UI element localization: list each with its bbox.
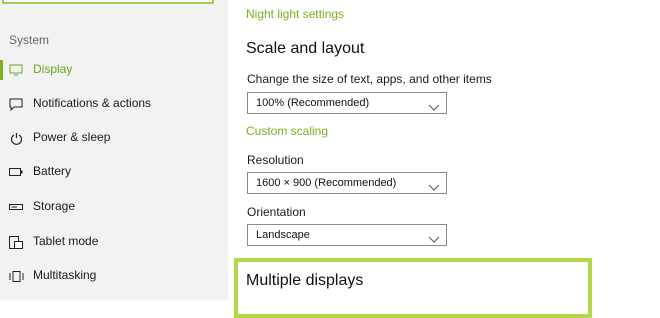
main-content: Night light settings Scale and layout Ch… (228, 0, 660, 318)
sidebar-item-display[interactable]: Display (0, 58, 228, 82)
resolution-dropdown[interactable]: 1600 × 900 (Recommended) (247, 172, 447, 194)
sidebar-item-label: Power & sleep (33, 130, 111, 144)
battery-icon (8, 165, 24, 179)
tablet-mode-icon (8, 235, 24, 249)
active-indicator (0, 60, 3, 80)
sidebar-item-label: Multitasking (33, 268, 97, 282)
sidebar-item-label: Battery (33, 164, 72, 178)
section-label-system: System (9, 33, 50, 47)
orientation-label: Orientation (247, 205, 306, 219)
chevron-down-icon (428, 99, 440, 111)
sidebar-item-label: Storage (33, 199, 76, 213)
sidebar-item-label: Display (33, 62, 73, 76)
chevron-down-icon (428, 231, 440, 243)
sidebar-item-battery[interactable]: Battery (0, 160, 228, 184)
night-light-settings-link[interactable]: Night light settings (246, 7, 344, 21)
custom-scaling-link[interactable]: Custom scaling (246, 124, 328, 138)
multiple-displays-highlight: Multiple displays (234, 258, 592, 318)
scale-label: Change the size of text, apps, and other… (247, 72, 492, 86)
multiple-displays-heading: Multiple displays (246, 272, 364, 289)
orientation-value: Landscape (256, 229, 310, 241)
monitor-icon (8, 63, 24, 77)
sidebar-item-power-sleep[interactable]: Power & sleep (0, 126, 228, 150)
sidebar-item-tablet-mode[interactable]: Tablet mode (0, 230, 228, 254)
sidebar-item-label: Tablet mode (33, 234, 99, 248)
scale-and-layout-heading: Scale and layout (246, 40, 365, 57)
search-box[interactable] (2, 0, 214, 4)
scale-value: 100% (Recommended) (256, 97, 370, 109)
chevron-down-icon (428, 179, 440, 191)
sidebar: System Display Notifications & actions P… (0, 0, 228, 300)
sidebar-item-multitasking[interactable]: Multitasking (0, 264, 228, 288)
power-icon (8, 131, 24, 145)
resolution-label: Resolution (247, 153, 304, 167)
sidebar-item-storage[interactable]: Storage (0, 195, 228, 219)
scale-dropdown[interactable]: 100% (Recommended) (247, 92, 447, 114)
resolution-value: 1600 × 900 (Recommended) (256, 177, 397, 189)
notifications-icon (8, 97, 24, 111)
sidebar-item-notifications[interactable]: Notifications & actions (0, 92, 228, 116)
storage-icon (8, 200, 24, 214)
orientation-dropdown[interactable]: Landscape (247, 224, 447, 246)
sidebar-item-label: Notifications & actions (33, 96, 152, 110)
multitasking-icon (8, 269, 24, 283)
